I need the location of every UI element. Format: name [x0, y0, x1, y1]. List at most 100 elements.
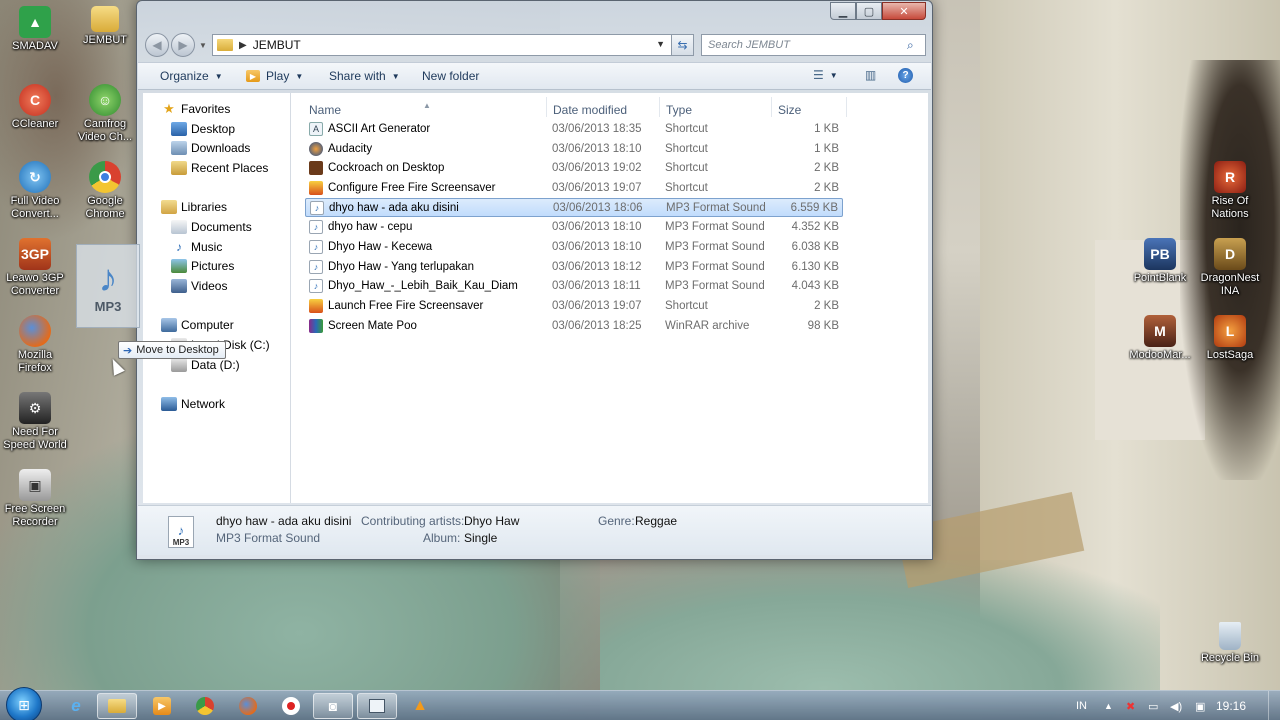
taskbar-internet-explorer[interactable]: e — [56, 693, 96, 719]
chevron-down-icon: ▼ — [295, 71, 304, 81]
lostsaga-icon: L — [1214, 315, 1246, 347]
navigation-pane: ★ Favorites Desktop Downloads Recent Plac… — [143, 93, 291, 503]
desktop-icon-rise-of-nations[interactable]: R Rise Of Nations — [1197, 161, 1263, 221]
details-artists-value[interactable]: Dhyo Haw — [464, 514, 519, 528]
winrar-icon — [309, 319, 323, 333]
column-header-date-modified[interactable]: Date modified — [553, 103, 627, 117]
desktop-icon-google-chrome[interactable]: Google Chrome — [72, 161, 138, 221]
desktop-icon-dragonnest[interactable]: D DragonNest INA — [1197, 238, 1263, 298]
breadcrumb-jembut[interactable]: JEMBUT — [253, 38, 301, 52]
taskbar-camera-app[interactable]: ◙ — [313, 693, 353, 719]
leawo-icon: 3GP — [19, 238, 51, 270]
file-row[interactable]: ♪ Dhyo Haw - Yang terlupakan 03/06/2013 … — [305, 258, 843, 277]
taskbar-media-player[interactable]: ▶ — [142, 693, 182, 719]
maximize-button[interactable]: ▢ — [856, 2, 882, 20]
volume-icon[interactable]: ◀) — [1170, 691, 1182, 720]
network-tray-icon[interactable]: ▭ — [1148, 691, 1158, 720]
file-row[interactable]: Screen Mate Poo 03/06/2013 18:25 WinRAR … — [305, 317, 843, 336]
nav-downloads[interactable]: Downloads — [171, 141, 250, 155]
show-hidden-icons-button[interactable]: ▲ — [1104, 691, 1113, 720]
nav-recent-places[interactable]: Recent Places — [171, 161, 268, 175]
column-divider[interactable] — [846, 97, 847, 117]
maximize-icon: ▢ — [863, 5, 875, 18]
file-row[interactable]: ♪ Dhyo Haw - Kecewa 03/06/2013 18:10 MP3… — [305, 238, 843, 257]
clock[interactable]: 19:16 — [1216, 691, 1246, 720]
file-row[interactable]: Launch Free Fire Screensaver 03/06/2013 … — [305, 297, 843, 316]
start-button[interactable]: ⊞ — [6, 687, 42, 720]
desktop-icon-recycle-bin[interactable]: Recycle Bin — [1197, 622, 1263, 665]
column-divider[interactable] — [659, 97, 660, 117]
new-folder-button[interactable]: New folder — [422, 69, 479, 83]
desktop-icon-ccleaner[interactable]: C CCleaner — [2, 84, 68, 131]
desktop-icon-lostsaga[interactable]: L LostSaga — [1197, 315, 1263, 362]
back-button[interactable]: ◀ — [145, 33, 169, 57]
action-center-icon[interactable]: ✖ — [1126, 691, 1135, 720]
desktop-icon-leawo[interactable]: 3GP Leawo 3GP Converter — [2, 238, 68, 298]
tray-app-icon[interactable]: ▣ — [1195, 691, 1205, 720]
desktop-icon-jembut-folder[interactable]: JEMBUT — [72, 6, 138, 47]
fire-icon — [309, 181, 323, 195]
screen-recorder-icon: ▣ — [19, 469, 51, 501]
preview-pane-button[interactable]: ▥ — [865, 68, 876, 82]
nav-network[interactable]: Network — [161, 397, 225, 411]
file-row[interactable]: A ASCII Art Generator 03/06/2013 18:35 S… — [305, 120, 843, 139]
taskbar-windows-explorer[interactable] — [97, 693, 137, 719]
show-desktop-button[interactable] — [1268, 691, 1280, 720]
file-row[interactable]: Cockroach on Desktop 03/06/2013 19:02 Sh… — [305, 159, 843, 178]
column-header-size[interactable]: Size — [778, 103, 801, 117]
file-row[interactable]: ♪ Dhyo_Haw_-_Lebih_Baik_Kau_Diam 03/06/2… — [305, 277, 843, 296]
language-indicator[interactable]: IN — [1076, 691, 1087, 720]
file-row[interactable]: Audacity 03/06/2013 18:10 Shortcut 1 KB — [305, 140, 843, 159]
file-row[interactable]: ♪ dhyo haw - cepu 03/06/2013 18:10 MP3 F… — [305, 218, 843, 237]
desktop-icon-camfrog[interactable]: ☺ Camfrog Video Ch... — [72, 84, 138, 144]
view-options-button[interactable]: ☰ ▼ — [813, 68, 838, 82]
details-album-value[interactable]: Single — [464, 531, 497, 545]
computer-icon — [161, 318, 177, 332]
desktop-icon-full-video-converter[interactable]: ↻ Full Video Convert... — [2, 161, 68, 221]
taskbar-window-app[interactable] — [357, 693, 397, 719]
recycle-bin-icon — [1219, 622, 1241, 650]
forward-button[interactable]: ▶ — [171, 33, 195, 57]
nav-music[interactable]: ♪ Music — [171, 240, 222, 254]
organize-button[interactable]: Organize ▼ — [160, 69, 223, 83]
file-row[interactable]: Configure Free Fire Screensaver 03/06/20… — [305, 179, 843, 198]
nav-libraries[interactable]: Libraries — [161, 200, 227, 214]
desktop-icon-nfs-world[interactable]: ⚙ Need For Speed World — [2, 392, 68, 452]
nav-favorites[interactable]: ★ Favorites — [161, 101, 230, 116]
column-header-type[interactable]: Type — [666, 103, 692, 117]
nav-documents[interactable]: Documents — [171, 220, 252, 234]
minimize-button[interactable]: ▁ — [830, 2, 856, 20]
column-divider[interactable] — [771, 97, 772, 117]
details-artists-label: Contributing artists: — [361, 514, 465, 528]
taskbar-recorder[interactable] — [271, 693, 311, 719]
address-bar[interactable]: ▶ JEMBUT ▼ — [212, 34, 672, 56]
desktop-icon-pointblank[interactable]: PB PointBlank — [1127, 238, 1193, 285]
nav-computer[interactable]: Computer — [161, 318, 234, 332]
taskbar-vlc[interactable]: ▲ — [400, 693, 440, 719]
column-divider[interactable] — [546, 97, 547, 117]
search-input[interactable]: Search JEMBUT — [708, 39, 907, 51]
file-row-selected[interactable]: ♪ dhyo haw - ada aku disini 03/06/2013 1… — [305, 198, 843, 217]
desktop-icon-firefox[interactable]: Mozilla Firefox — [2, 315, 68, 375]
details-genre-value[interactable]: Reggae — [635, 514, 677, 528]
close-button[interactable]: ✕ — [882, 2, 926, 20]
recent-pages-dropdown[interactable]: ▼ — [199, 41, 207, 50]
desktop-icon-free-screen-recorder[interactable]: ▣ Free Screen Recorder — [2, 469, 68, 529]
nav-pictures[interactable]: Pictures — [171, 259, 234, 273]
taskbar-chrome[interactable] — [185, 693, 225, 719]
help-button[interactable]: ? — [898, 68, 913, 83]
nav-desktop[interactable]: Desktop — [171, 122, 235, 136]
nav-videos[interactable]: Videos — [171, 279, 227, 293]
desktop-icon-modoomarble[interactable]: M ModooMar... — [1127, 315, 1193, 362]
desktop-icon-smadav[interactable]: ▲ SMADAV — [2, 6, 68, 53]
share-with-button[interactable]: Share with ▼ — [329, 69, 400, 83]
details-file-type: MP3 Format Sound — [216, 531, 321, 545]
nav-data-d[interactable]: Data (D:) — [171, 358, 240, 372]
shortcut-icon: A — [309, 122, 323, 136]
play-button[interactable]: ▶ Play ▼ — [246, 69, 303, 83]
address-dropdown-icon[interactable]: ▼ — [656, 39, 665, 49]
column-header-name[interactable]: Name ▲ — [309, 101, 431, 117]
refresh-button[interactable]: ⇆ — [672, 34, 694, 56]
search-box[interactable]: Search JEMBUT ⌕ — [701, 34, 926, 56]
taskbar-firefox[interactable] — [228, 693, 268, 719]
